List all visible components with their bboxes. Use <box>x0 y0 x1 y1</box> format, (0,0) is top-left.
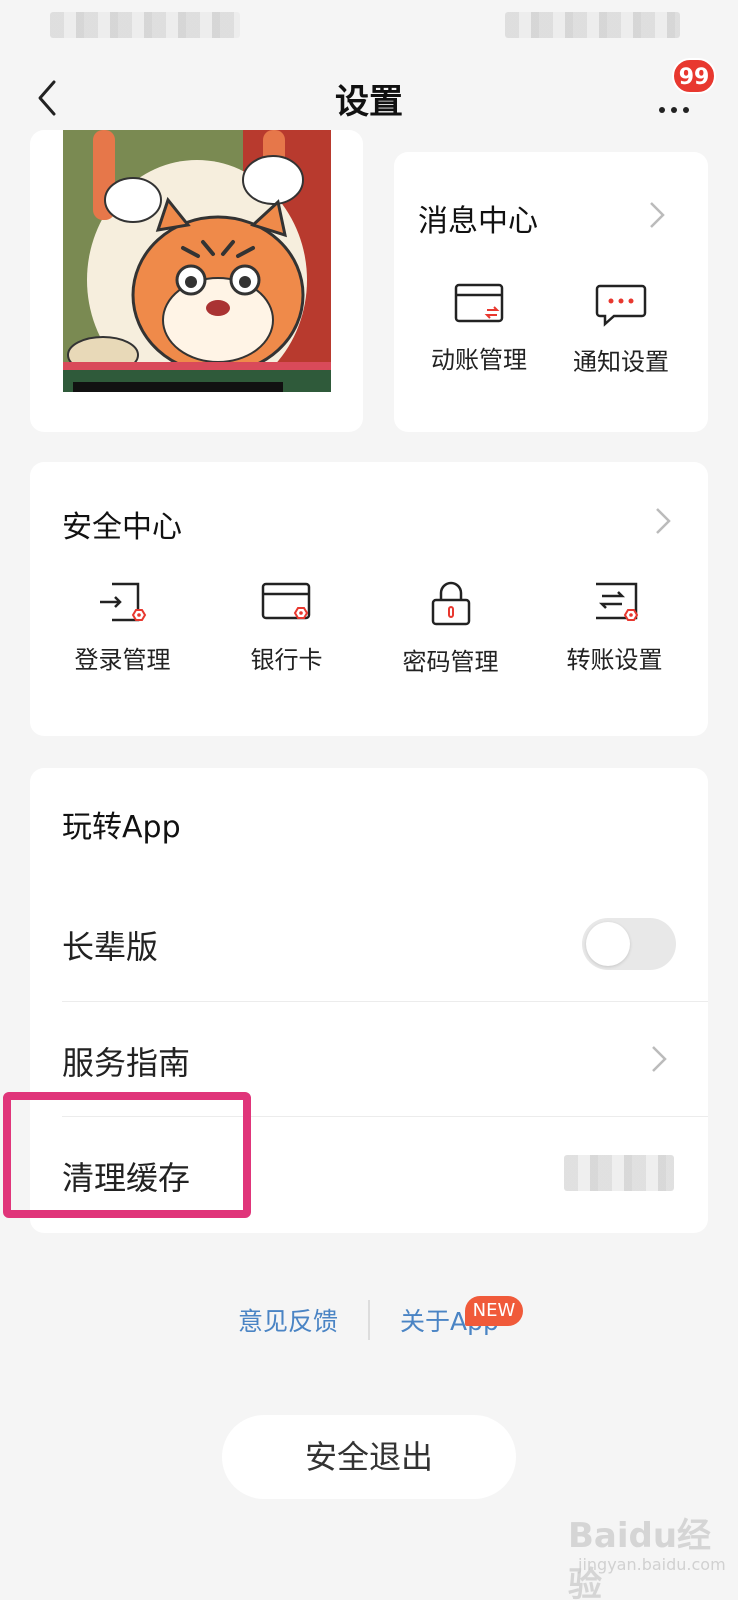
message-item-label: 动账管理 <box>431 346 527 374</box>
feedback-link[interactable]: 意见反馈 <box>238 1302 338 1338</box>
security-item-label: 密码管理 <box>402 648 499 676</box>
baidu-watermark: Baidu经验 <box>568 1516 712 1600</box>
highlight-annotation-box <box>3 1092 251 1218</box>
message-center-card: 消息中心 动账管理 通知设置 <box>394 152 708 432</box>
play-app-title: 玩转App <box>62 810 181 845</box>
security-center-card: 安全中心 登录管理 银行卡 密码管理 转账设置 <box>30 462 708 736</box>
chevron-right-icon <box>652 1046 667 1072</box>
transaction-card-icon <box>454 283 504 323</box>
link-separator <box>368 1300 370 1340</box>
cache-size-blurred <box>564 1155 674 1191</box>
login-shield-icon <box>99 582 146 622</box>
security-item-login[interactable]: 登录管理 <box>50 580 195 675</box>
footer-links: 意见反馈 关于App <box>0 1296 738 1346</box>
row-label: 服务指南 <box>62 1044 191 1082</box>
toggle-knob <box>586 922 630 966</box>
security-center-title[interactable]: 安全中心 <box>62 502 182 546</box>
message-item-label: 通知设置 <box>573 348 669 376</box>
status-bar-right-blurred <box>505 12 680 38</box>
security-item-label: 登录管理 <box>74 646 171 674</box>
status-bar-left-blurred <box>50 12 240 38</box>
tiger-illustration <box>63 130 331 392</box>
nav-bar: 设置 <box>0 58 738 138</box>
security-item-password[interactable]: 密码管理 <box>378 580 523 677</box>
security-item-label: 转账设置 <box>566 646 663 674</box>
page-title: 设置 <box>335 82 403 122</box>
chevron-right-icon[interactable] <box>648 200 666 230</box>
promo-banner-card[interactable] <box>30 130 363 432</box>
message-item-notification[interactable]: 通知设置 <box>558 282 684 377</box>
baidu-watermark-url: jingyan.baidu.com <box>578 1555 726 1574</box>
new-badge: NEW <box>465 1296 523 1326</box>
security-item-transfer[interactable]: 转账设置 <box>542 580 687 675</box>
elder-mode-toggle[interactable] <box>582 918 676 970</box>
chevron-right-icon[interactable] <box>654 506 672 536</box>
lock-icon <box>431 581 470 626</box>
notification-badge: 99 <box>672 58 716 94</box>
transfer-icon <box>595 582 638 621</box>
message-center-title[interactable]: 消息中心 <box>418 196 538 240</box>
security-item-bankcard[interactable]: 银行卡 <box>214 580 359 675</box>
chat-bubble-icon <box>595 284 647 327</box>
status-bar <box>0 0 738 50</box>
row-label: 长辈版 <box>62 928 159 966</box>
security-item-label: 银行卡 <box>250 646 323 674</box>
logout-button[interactable]: 安全退出 <box>222 1415 516 1499</box>
message-item-transaction[interactable]: 动账管理 <box>416 282 542 375</box>
bank-card-icon <box>261 582 310 620</box>
